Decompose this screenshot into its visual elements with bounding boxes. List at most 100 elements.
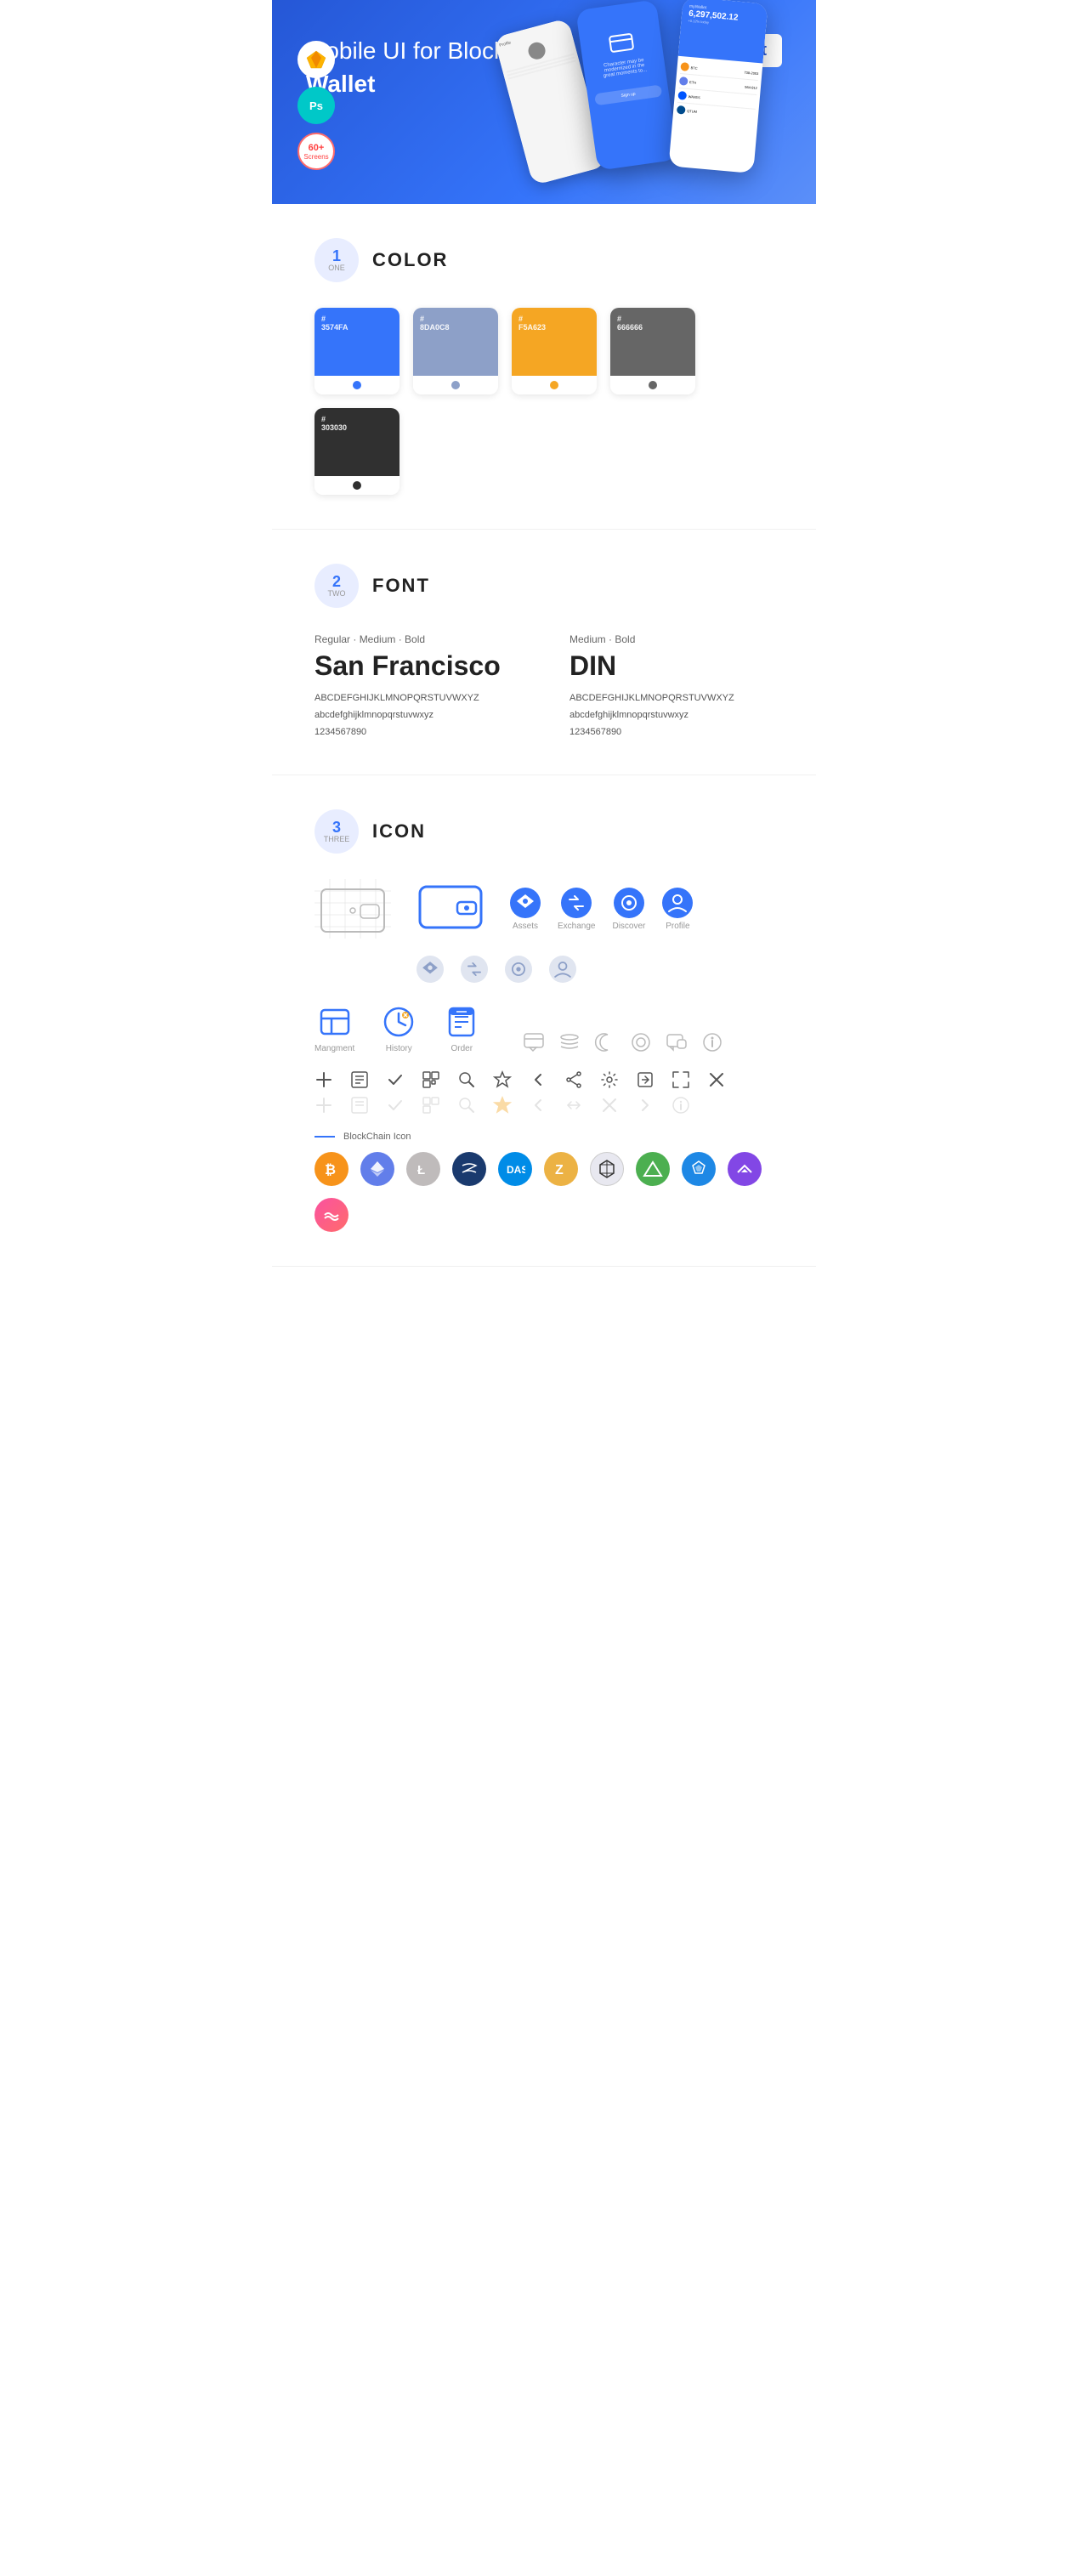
info-icon <box>701 1031 723 1053</box>
svg-text:Z: Z <box>555 1163 564 1177</box>
bubble-icon <box>666 1031 688 1053</box>
nav-icons-colored: Assets Exchange Discover <box>510 888 693 931</box>
icon-section: 3 THREE ICON <box>272 775 816 1267</box>
font-section-num: 2 TWO <box>314 564 359 608</box>
color-card-gray: #666666 <box>610 308 695 394</box>
export-icon <box>636 1070 654 1089</box>
back-faded <box>529 1096 547 1115</box>
star-icon <box>493 1070 512 1089</box>
augur-icon <box>636 1152 670 1186</box>
management-icon <box>316 1003 354 1041</box>
close-icon <box>707 1070 726 1089</box>
plus-icon-faded <box>314 1096 333 1115</box>
bottom-nav-icons: Mangment History Order <box>314 1003 774 1053</box>
back-icon <box>529 1070 547 1089</box>
order-icon-item: Order <box>443 1003 480 1053</box>
history-icon <box>380 1003 417 1041</box>
misc-icons-row <box>523 1031 723 1053</box>
tool-icons-row-active <box>314 1070 774 1089</box>
font-row: Regular · Medium · Bold San Francisco AB… <box>314 633 774 740</box>
kyber-icon <box>682 1152 716 1186</box>
exchange-icon-item: Exchange <box>558 888 595 931</box>
svg-text:₿: ₿ <box>325 1162 336 1177</box>
font-block-din: Medium · Bold DIN ABCDEFGHIJKLMNOPQRSTUV… <box>570 633 774 740</box>
font-block-sf: Regular · Medium · Bold San Francisco AB… <box>314 633 518 740</box>
exchange-icon <box>561 888 592 918</box>
tool-icons-row-faded <box>314 1096 774 1115</box>
arrows-faded <box>564 1096 583 1115</box>
wallet-wireframe-container <box>314 879 391 939</box>
ps-badge: Ps <box>298 87 335 124</box>
blockchain-divider: BlockChain Icon <box>314 1132 774 1142</box>
info-faded <box>672 1096 690 1115</box>
check-icon <box>386 1070 405 1089</box>
svg-text:DASH: DASH <box>507 1164 525 1176</box>
hero-badges: Ps 60+ Screens <box>298 41 335 170</box>
divider-line <box>314 1136 335 1138</box>
discover-icon <box>614 888 644 918</box>
settings-icon <box>600 1070 619 1089</box>
order-icon <box>443 1003 480 1041</box>
screens-badge: 60+ Screens <box>298 133 335 170</box>
color-section-num: 1 ONE <box>314 238 359 282</box>
grid-icon <box>590 1152 624 1186</box>
profile-icon <box>662 888 693 918</box>
discover-icon-gray <box>505 956 532 983</box>
assets-icon-item: Assets <box>510 888 541 931</box>
font-section: 2 TWO FONT Regular · Medium · Bold San F… <box>272 530 816 775</box>
stack-icon <box>558 1031 581 1053</box>
phone-mockups: Profile Character may be modernized in t… <box>459 0 816 204</box>
qr-icon <box>422 1070 440 1089</box>
history-icon-item: History <box>380 1003 417 1053</box>
color-card-blue: #3574FA <box>314 308 400 394</box>
zcash-icon: Z <box>544 1152 578 1186</box>
moon-icon <box>594 1031 616 1053</box>
sketch-badge <box>298 41 335 78</box>
matic-icon <box>728 1152 762 1186</box>
eth-icon <box>360 1152 394 1186</box>
wallet-svg <box>416 880 484 934</box>
search-icon <box>457 1070 476 1089</box>
dash-icon: DASH <box>498 1152 532 1186</box>
resize-icon <box>672 1070 690 1089</box>
check-faded <box>386 1096 405 1115</box>
color-card-orange: #F5A623 <box>512 308 597 394</box>
assets-icon-gray <box>416 956 444 983</box>
icon-section-title: ICON <box>372 820 426 843</box>
wallet-wireframe-svg <box>314 879 391 939</box>
color-section-header: 1 ONE COLOR <box>314 238 774 282</box>
font-name-sf: San Francisco <box>314 650 518 682</box>
waves-icon <box>452 1152 486 1186</box>
plus-icon <box>314 1070 333 1089</box>
crypto-icons-row: ₿ Ł DASH Z <box>314 1152 774 1232</box>
forward-faded <box>636 1096 654 1115</box>
circle-icon <box>630 1031 652 1053</box>
qr-faded <box>422 1096 440 1115</box>
font-name-din: DIN <box>570 650 774 682</box>
btc-icon: ₿ <box>314 1152 348 1186</box>
svg-text:Ł: Ł <box>417 1163 425 1177</box>
colors-row: #3574FA #8DA0C8 #F5A623 #666666 #303030 <box>314 308 774 495</box>
list-edit-icon <box>350 1070 369 1089</box>
search-faded <box>457 1096 476 1115</box>
exchange-icon-gray <box>461 956 488 983</box>
profile-icon-item: Profile <box>662 888 693 931</box>
share-icon <box>564 1070 583 1089</box>
font-section-header: 2 TWO FONT <box>314 564 774 608</box>
font-section-title: FONT <box>372 575 430 597</box>
color-card-gray-blue: #8DA0C8 <box>413 308 498 394</box>
hero-section: Mobile UI for Blockchain Wallet UI Kit P… <box>272 0 816 204</box>
profile-icon-gray <box>549 956 576 983</box>
star-active-icon <box>493 1096 512 1115</box>
assets-icon <box>510 888 541 918</box>
color-section: 1 ONE COLOR #3574FA #8DA0C8 #F5A623 #666… <box>272 204 816 530</box>
color-section-title: COLOR <box>372 249 448 271</box>
list-faded <box>350 1096 369 1115</box>
ltc-icon: Ł <box>406 1152 440 1186</box>
color-card-dark: #303030 <box>314 408 400 495</box>
icon-section-num: 3 THREE <box>314 809 359 854</box>
nav-icons-gray <box>416 956 774 983</box>
sushi-icon <box>314 1198 348 1232</box>
x-faded <box>600 1096 619 1115</box>
wallet-colored-icon <box>416 880 484 939</box>
